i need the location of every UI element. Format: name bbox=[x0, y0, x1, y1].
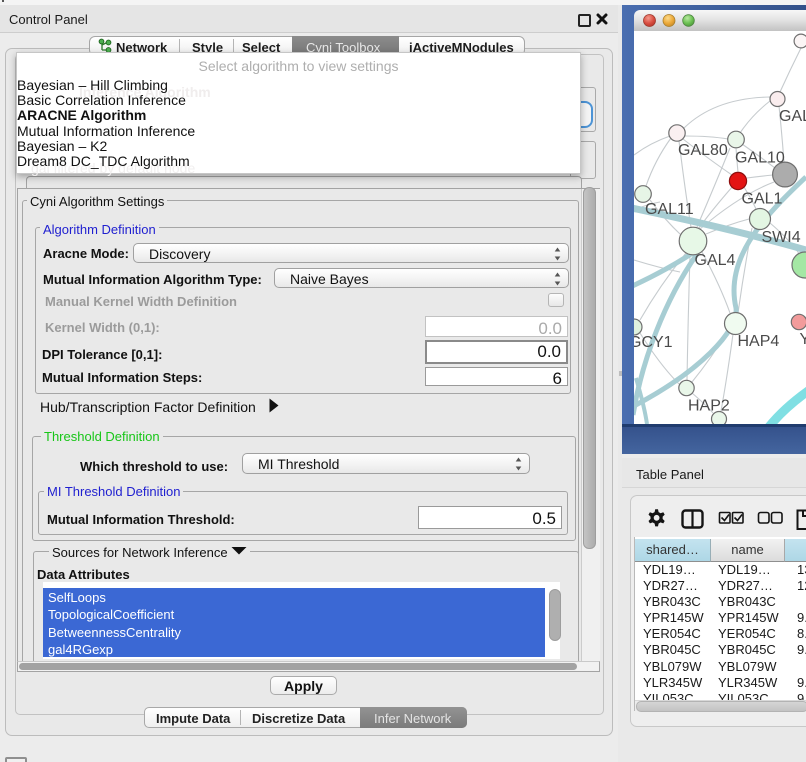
svg-text:GCY1: GCY1 bbox=[634, 334, 673, 351]
svg-text:GAL80: GAL80 bbox=[678, 142, 728, 159]
svg-text:SWI4: SWI4 bbox=[762, 229, 801, 246]
svg-text:GAL4: GAL4 bbox=[695, 252, 736, 269]
svg-text:Y: Y bbox=[800, 331, 806, 348]
svg-text:HAP4: HAP4 bbox=[738, 333, 780, 350]
svg-text:HAP2: HAP2 bbox=[688, 398, 730, 415]
svg-text:GAL11: GAL11 bbox=[645, 201, 694, 218]
svg-text:GAL1: GAL1 bbox=[742, 191, 783, 208]
svg-text:GAL7: GAL7 bbox=[779, 108, 806, 125]
svg-text:GAL10: GAL10 bbox=[735, 150, 785, 167]
